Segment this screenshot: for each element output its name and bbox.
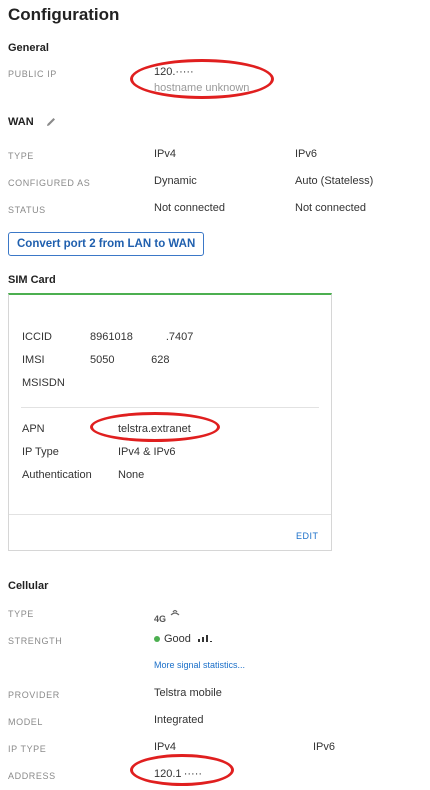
cell-ip-type-label: IP TYPE xyxy=(8,744,47,754)
wan-type-ipv4: IPv4 xyxy=(154,148,177,160)
convert-port-button[interactable]: Convert port 2 from LAN to WAN xyxy=(8,232,205,256)
wan-type-ipv6: IPv6 xyxy=(295,148,318,160)
wan-status-label: STATUS xyxy=(8,205,46,215)
pencil-icon[interactable] xyxy=(45,115,57,133)
iccid-value: 8961018 .7407 xyxy=(90,331,194,343)
iccid-label: ICCID xyxy=(22,331,52,343)
public-ip-label: PUBLIC IP xyxy=(8,69,57,79)
status-dot-icon xyxy=(154,636,160,643)
apn-label: APN xyxy=(22,423,45,435)
network-4g-icon: 4G xyxy=(154,606,180,624)
signal-bars-icon xyxy=(197,633,214,645)
more-signal-statistics-link[interactable]: More signal statistics... xyxy=(154,660,245,670)
model-value: Integrated xyxy=(154,714,204,726)
cell-ip-type-ipv4: IPv4 xyxy=(154,741,177,753)
wan-type-label: TYPE xyxy=(8,151,34,161)
provider-label: PROVIDER xyxy=(8,690,60,700)
hostname-value: hostname unknown xyxy=(154,82,250,94)
general-section-title: General xyxy=(8,42,49,54)
model-label: MODEL xyxy=(8,717,44,727)
imsi-value: 5050 628 xyxy=(90,354,170,366)
sim-edit-button[interactable]: EDIT xyxy=(296,531,319,541)
strength-label: STRENGTH xyxy=(8,636,63,646)
provider-value: Telstra mobile xyxy=(154,687,222,699)
page-title: Configuration xyxy=(8,5,120,24)
imsi-label: IMSI xyxy=(22,354,45,366)
address-value: 120.1 ····· xyxy=(154,768,203,780)
apn-value: telstra.extranet xyxy=(118,423,191,435)
address-label: ADDRESS xyxy=(8,771,56,781)
ip-type-label: IP Type xyxy=(22,446,59,458)
authentication-label: Authentication xyxy=(22,469,92,481)
sim-divider xyxy=(21,407,319,408)
cell-ip-type-ipv6: IPv6 xyxy=(313,741,336,753)
wan-status-ipv4: Not connected xyxy=(154,202,225,214)
cell-type-label: TYPE xyxy=(8,609,34,619)
sim-footer-divider xyxy=(9,514,331,515)
wan-configured-label: CONFIGURED AS xyxy=(8,178,91,188)
wan-configured-ipv4: Dynamic xyxy=(154,175,197,187)
wan-status-ipv6: Not connected xyxy=(295,202,366,214)
sim-section-title: SIM Card xyxy=(8,274,56,286)
public-ip-value: 120.⁠⁠····· xyxy=(154,66,194,78)
sim-card-panel: ICCID 8961018 .7407 IMSI 5050 628 MSISDN… xyxy=(8,293,332,551)
strength-value: Good xyxy=(154,633,214,645)
msisdn-label: MSISDN xyxy=(22,377,65,389)
ip-type-value: IPv4 & IPv6 xyxy=(118,446,176,458)
wan-configured-ipv6: Auto (Stateless) xyxy=(295,175,374,187)
wan-section-title: WAN xyxy=(8,116,34,128)
cellular-section-title: Cellular xyxy=(8,580,49,592)
authentication-value: None xyxy=(118,469,145,481)
